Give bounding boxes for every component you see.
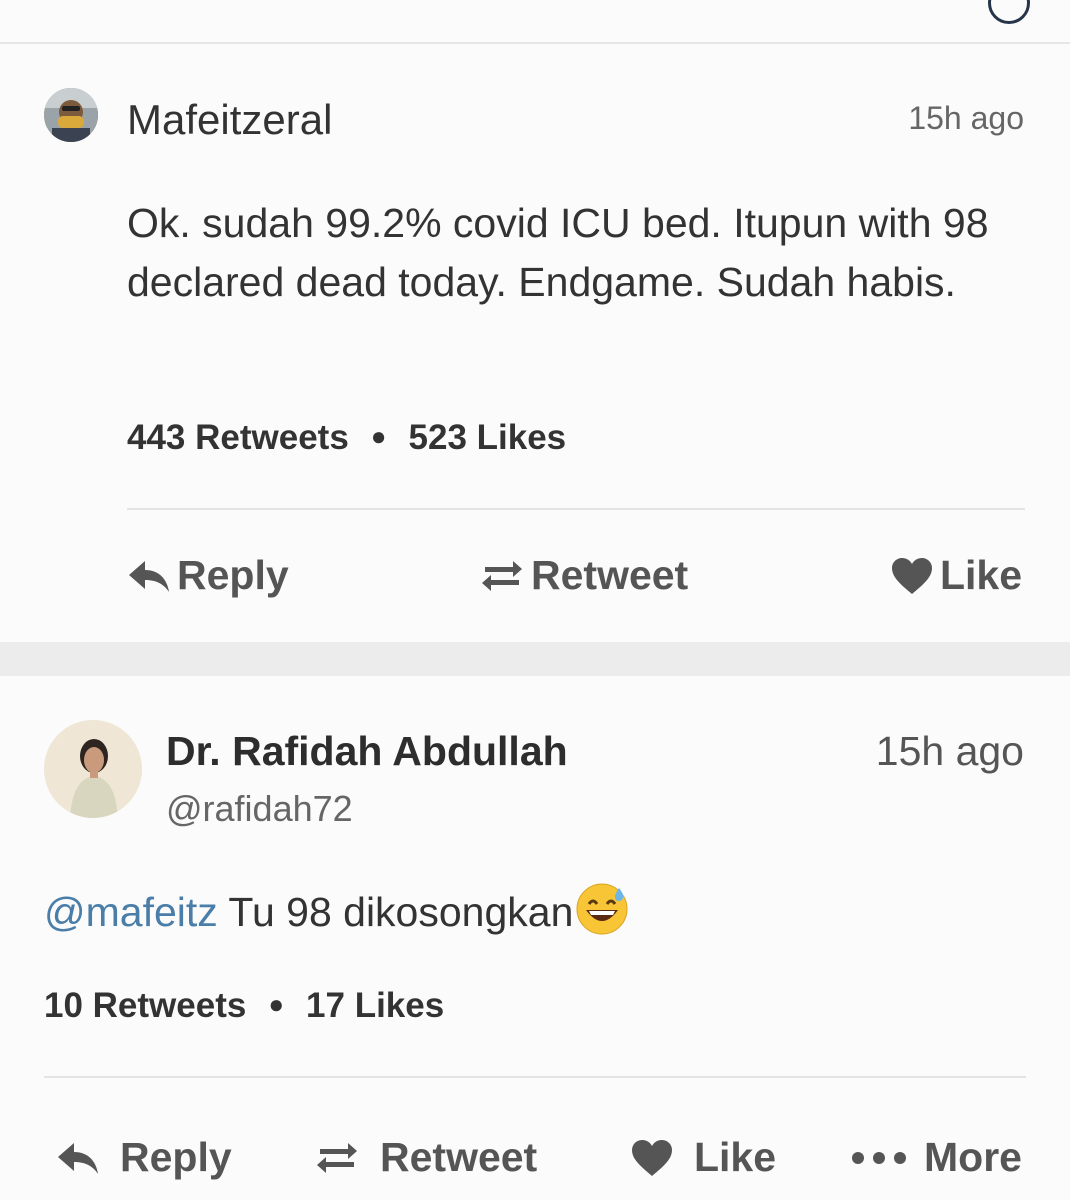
avatar-photo xyxy=(44,88,98,142)
timestamp: 15h ago xyxy=(875,728,1024,774)
timestamp: 15h ago xyxy=(908,100,1024,136)
avatar[interactable] xyxy=(44,88,98,142)
like-button[interactable]: Like xyxy=(630,1134,776,1181)
retweet-button[interactable]: Retweet xyxy=(479,552,688,599)
reply-tweet-card: Dr. Rafidah Abdullah @rafidah72 15h ago … xyxy=(0,676,1070,1200)
heart-icon xyxy=(632,1139,672,1176)
tweet-body: Tu 98 dikosongkan xyxy=(217,889,574,935)
more-dots-icon xyxy=(852,1151,906,1164)
retweet-icon xyxy=(317,1142,357,1173)
separator-dot: ● xyxy=(268,989,285,1019)
avatar[interactable] xyxy=(44,720,142,818)
retweet-label: Retweet xyxy=(531,552,689,598)
retweet-icon xyxy=(482,560,522,591)
like-label: Like xyxy=(694,1134,777,1180)
profile-circle-icon[interactable] xyxy=(988,0,1030,24)
reply-button[interactable]: Reply xyxy=(56,1134,232,1181)
avatar-photo xyxy=(44,720,142,818)
author-name[interactable]: Mafeitzeral xyxy=(127,96,332,144)
like-count[interactable]: 17 Likes xyxy=(306,986,444,1025)
tweet-thread-page: Mafeitzeral 15h ago Ok. sudah 99.2% covi… xyxy=(0,0,1070,1200)
tweet-text: @mafeitz Tu 98 dikosongkan xyxy=(44,882,629,936)
chevron-left-icon[interactable] xyxy=(22,0,46,10)
divider xyxy=(127,508,1025,510)
reply-button[interactable]: Reply xyxy=(127,552,289,599)
more-button[interactable]: More xyxy=(850,1134,1022,1181)
author-name[interactable]: Dr. Rafidah Abdullah xyxy=(166,728,568,775)
tweet-stats: 443 Retweets ● 523 Likes xyxy=(127,418,566,458)
heart-icon xyxy=(892,557,932,594)
like-label: Like xyxy=(940,552,1023,598)
tweet-actions: Reply Retweet Like xyxy=(44,1134,1026,1184)
grinning-face-with-sweat-emoji xyxy=(576,883,628,935)
top-bar xyxy=(0,0,1070,44)
reply-label: Reply xyxy=(120,1134,232,1180)
reply-label: Reply xyxy=(177,552,289,598)
tweet-card: Mafeitzeral 15h ago Ok. sudah 99.2% covi… xyxy=(0,44,1070,642)
divider xyxy=(44,1076,1026,1078)
tweet-actions: Reply Retweet Like xyxy=(127,552,1025,602)
tweet-stats: 10 Retweets ● 17 Likes xyxy=(44,986,444,1026)
section-separator xyxy=(0,642,1070,676)
separator-dot: ● xyxy=(370,421,387,451)
reply-icon xyxy=(129,560,169,592)
more-label: More xyxy=(924,1134,1022,1180)
retweet-label: Retweet xyxy=(380,1134,538,1180)
retweet-button[interactable]: Retweet xyxy=(314,1134,537,1181)
tweet-text: Ok. sudah 99.2% covid ICU bed. Itupun wi… xyxy=(127,200,989,305)
like-count[interactable]: 523 Likes xyxy=(409,418,567,457)
like-button[interactable]: Like xyxy=(890,552,1022,599)
retweet-count[interactable]: 10 Retweets xyxy=(44,986,246,1025)
author-handle[interactable]: @rafidah72 xyxy=(166,788,353,830)
mention-link[interactable]: @mafeitz xyxy=(44,889,218,935)
retweet-count[interactable]: 443 Retweets xyxy=(127,418,349,457)
reply-icon xyxy=(58,1142,98,1174)
